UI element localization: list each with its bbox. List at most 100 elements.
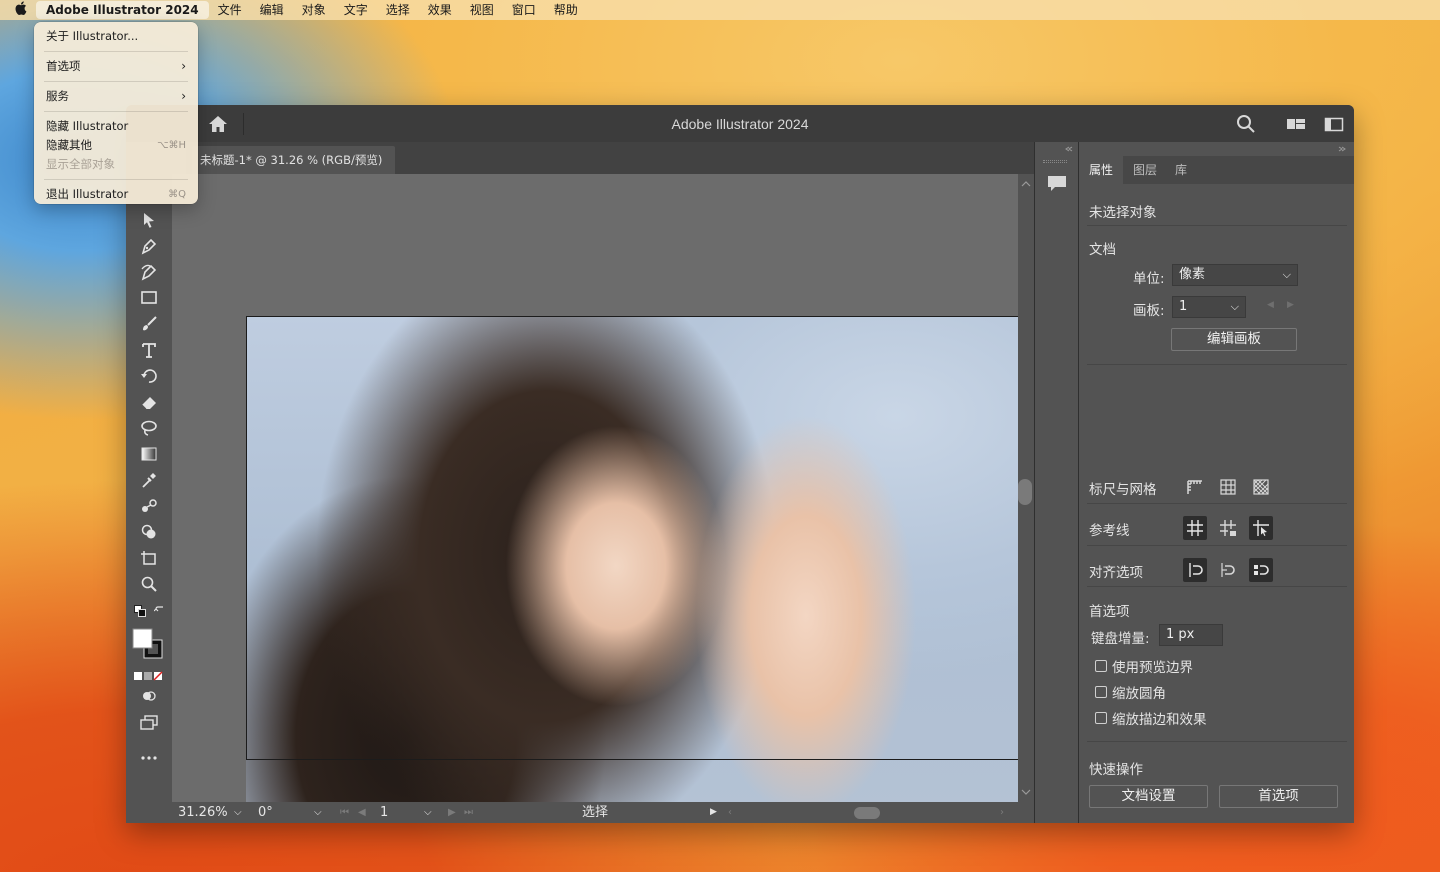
eyedropper-tool-icon[interactable] [136, 469, 162, 491]
prev-artboard-icon[interactable]: ◀ [358, 804, 366, 821]
next-artboard-icon[interactable]: ▶ [1287, 300, 1294, 310]
menu-shortcut: ⌘Q [168, 189, 186, 200]
rotation-dropdown-icon[interactable]: ⌵ [314, 804, 322, 821]
units-select[interactable]: 像素 ⌵ [1172, 264, 1298, 286]
canvas-area[interactable] [172, 174, 1036, 820]
ruler-icon[interactable] [1183, 475, 1207, 499]
chevron-right-icon: › [181, 59, 186, 73]
workspace-switcher-icon[interactable] [1286, 114, 1306, 134]
horizontal-scroll-thumb[interactable] [854, 807, 880, 819]
menu-type[interactable]: 文字 [335, 0, 377, 20]
type-tool-icon[interactable] [136, 339, 162, 361]
blend-tool-icon[interactable] [136, 495, 162, 517]
vertical-scroll-thumb[interactable] [1018, 479, 1032, 505]
more-tools-icon[interactable] [136, 747, 162, 769]
menu-select[interactable]: 选择 [377, 0, 419, 20]
menu-app-name[interactable]: Adobe Illustrator 2024 [36, 1, 209, 19]
swap-colors-icon[interactable] [152, 600, 168, 622]
placed-photo-image[interactable] [246, 316, 1036, 820]
arrange-documents-icon[interactable] [1324, 114, 1344, 134]
tab-libraries[interactable]: 库 [1165, 156, 1197, 184]
checkbox-box[interactable] [1095, 660, 1107, 672]
comments-icon[interactable] [1046, 174, 1068, 194]
collapse-panel-icon[interactable] [1064, 146, 1074, 152]
scroll-down-icon[interactable] [1021, 788, 1031, 796]
checkbox-box[interactable] [1095, 686, 1107, 698]
transparency-grid-icon[interactable] [1249, 475, 1273, 499]
lock-guides-icon[interactable] [1216, 516, 1240, 540]
zoom-dropdown-icon[interactable]: ⌵ [234, 804, 242, 821]
align-to-glyph-icon[interactable] [1216, 558, 1240, 582]
apple-icon[interactable] [0, 1, 40, 19]
grid-icon[interactable] [1216, 475, 1240, 499]
menu-about-illustrator[interactable]: 关于 Illustrator... [34, 26, 198, 47]
screen-mode-icon[interactable] [136, 711, 162, 733]
smart-guides-icon[interactable] [1249, 516, 1273, 540]
menu-hide-illustrator[interactable]: 隐藏 Illustrator [34, 117, 198, 136]
selection-tool-icon[interactable] [136, 209, 162, 231]
zoom-level[interactable]: 31.26% [178, 804, 228, 821]
prev-artboard-icon[interactable]: ◀ [1267, 300, 1274, 310]
menu-edit[interactable]: 编辑 [251, 0, 293, 20]
lasso-tool-icon[interactable] [136, 417, 162, 439]
divider [1087, 503, 1347, 504]
scale-corners-checkbox[interactable]: 缩放圆角 [1095, 683, 1166, 702]
align-to-pixel-grid-icon[interactable] [1183, 558, 1207, 582]
document-setup-button[interactable]: 文档设置 [1089, 785, 1208, 808]
panel-grip[interactable] [1043, 160, 1067, 163]
menu-window[interactable]: 窗口 [503, 0, 545, 20]
document-tab[interactable]: 未标题-1* @ 31.26 % (RGB/预览) [192, 146, 396, 174]
default-colors-icon[interactable] [132, 600, 148, 622]
artboard-select[interactable]: 1 ⌵ [1172, 296, 1246, 318]
search-icon[interactable] [1236, 114, 1256, 134]
menu-preferences[interactable]: 首选项 › [34, 52, 198, 81]
keyboard-increment-input[interactable]: 1 px [1159, 624, 1223, 646]
drawing-mode-icon[interactable] [136, 685, 162, 707]
rotation-value[interactable]: 0° [258, 804, 273, 821]
color-mode-icons[interactable] [132, 665, 166, 687]
snap-to-point-icon[interactable] [1249, 558, 1273, 582]
rectangle-tool-icon[interactable] [136, 287, 162, 309]
scroll-up-icon[interactable] [1021, 180, 1031, 188]
scroll-left-icon[interactable]: ‹ [728, 804, 732, 821]
pen-tool-icon[interactable] [136, 235, 162, 257]
rotate-tool-icon[interactable] [136, 365, 162, 387]
menu-quit-illustrator[interactable]: 退出 Illustrator ⌘Q [34, 185, 198, 204]
last-artboard-icon[interactable]: ⏭ [464, 804, 473, 821]
menu-view[interactable]: 视图 [461, 0, 503, 20]
artboard-dropdown-icon[interactable]: ⌵ [424, 804, 432, 821]
expand-panel-icon[interactable] [1337, 146, 1347, 152]
menu-hide-others[interactable]: 隐藏其他 ⌥⌘H [34, 136, 198, 155]
artboard-number[interactable]: 1 [380, 804, 388, 821]
edit-artboards-button[interactable]: 编辑画板 [1171, 328, 1297, 351]
zoom-tool-icon[interactable] [136, 573, 162, 595]
shape-builder-tool-icon[interactable] [136, 521, 162, 543]
checkbox-box[interactable] [1095, 712, 1107, 724]
status-menu-arrow-icon[interactable]: ▶ [710, 804, 717, 821]
tab-properties[interactable]: 属性 [1079, 156, 1124, 184]
scale-strokes-effects-checkbox[interactable]: 缩放描边和效果 [1095, 709, 1207, 728]
use-preview-bounds-checkbox[interactable]: 使用预览边界 [1095, 657, 1193, 676]
first-artboard-icon[interactable]: ⏮ [340, 804, 349, 821]
chevron-down-icon: ⌵ [1230, 300, 1239, 313]
menu-object[interactable]: 对象 [293, 0, 335, 20]
menu-effect[interactable]: 效果 [419, 0, 461, 20]
fill-stroke-swatch[interactable] [130, 626, 166, 662]
menu-item-label: 退出 Illustrator [46, 187, 129, 201]
artboard[interactable] [246, 316, 1036, 820]
preferences-button[interactable]: 首选项 [1219, 785, 1338, 808]
tab-layers[interactable]: 图层 [1123, 156, 1167, 184]
menu-services[interactable]: 服务 › [34, 82, 198, 111]
scroll-right-icon[interactable]: › [1000, 804, 1004, 821]
menu-file[interactable]: 文件 [209, 0, 251, 20]
home-icon[interactable] [206, 114, 230, 134]
show-guides-icon[interactable] [1183, 516, 1207, 540]
properties-panel: 属性 图层 库 未选择对象 文档 单位: 像素 ⌵ 画板: 1 ⌵ ◀ ▶ 编辑… [1078, 142, 1354, 823]
artboard-tool-icon[interactable] [136, 547, 162, 569]
menu-help[interactable]: 帮助 [545, 0, 587, 20]
gradient-tool-icon[interactable] [136, 443, 162, 465]
eraser-tool-icon[interactable] [136, 391, 162, 413]
curvature-tool-icon[interactable] [136, 261, 162, 283]
next-artboard-icon[interactable]: ▶ [448, 804, 456, 821]
paintbrush-tool-icon[interactable] [136, 313, 162, 335]
